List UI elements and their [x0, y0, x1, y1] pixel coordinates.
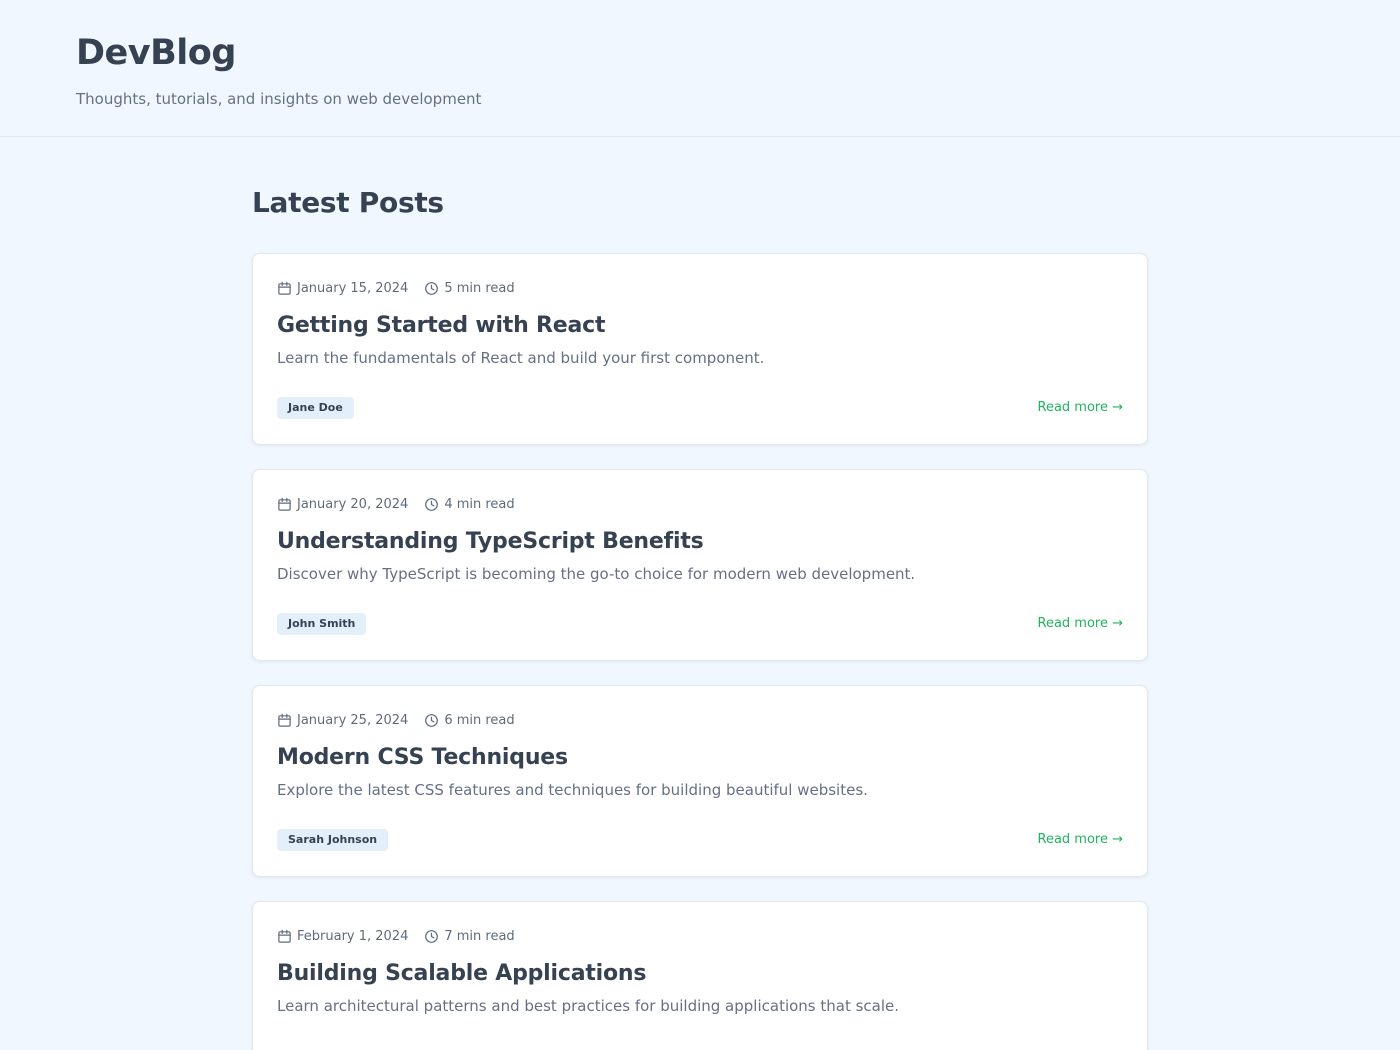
post-meta: January 25, 2024 6 min read: [277, 710, 1123, 730]
post-excerpt: Discover why TypeScript is becoming the …: [277, 565, 916, 583]
site-subtitle: Thoughts, tutorials, and insights on web…: [76, 90, 482, 108]
post-date: January 15, 2024: [277, 281, 408, 296]
clock-icon: [425, 281, 439, 295]
post-read-time: 6 min read: [424, 712, 515, 728]
main-content: Latest Posts January 15, 2024 5 min read…: [252, 137, 1148, 1050]
post-title[interactable]: Understanding TypeScript Benefits: [277, 528, 1123, 556]
post-meta: January 20, 2024 4 min read: [277, 494, 1123, 514]
read-more-link[interactable]: Read more →: [1038, 832, 1124, 848]
post-date: January 25, 2024: [277, 713, 408, 728]
post-read-time: 4 min read: [424, 496, 515, 512]
post-excerpt: Learn architectural patterns and best pr…: [277, 997, 900, 1015]
post-title[interactable]: Getting Started with React: [277, 312, 1123, 340]
post-date-text: January 15, 2024: [297, 280, 409, 296]
calendar-icon: [278, 929, 291, 943]
post-date: January 20, 2024: [277, 497, 408, 512]
calendar-icon: [278, 281, 291, 295]
post-list: January 15, 2024 5 min read Getting Star…: [252, 253, 1148, 1050]
post-footer: John Smith Read more →: [277, 613, 1123, 635]
post-read-time-text: 4 min read: [444, 496, 515, 512]
post-read-time: 5 min read: [424, 280, 515, 296]
post-read-time-text: 6 min read: [444, 712, 515, 728]
site-title[interactable]: DevBlog: [76, 34, 1324, 72]
post-card[interactable]: January 15, 2024 5 min read Getting Star…: [252, 253, 1148, 445]
post-title[interactable]: Building Scalable Applications: [277, 960, 1123, 988]
calendar-icon: [278, 497, 291, 511]
section-title: Latest Posts: [252, 186, 444, 219]
read-more-link[interactable]: Read more →: [1038, 400, 1124, 416]
post-date-text: January 20, 2024: [297, 496, 409, 512]
post-card[interactable]: January 25, 2024 6 min read Modern CSS T…: [252, 685, 1148, 877]
post-footer: Sarah Johnson Read more →: [277, 829, 1123, 851]
calendar-icon: [278, 713, 291, 727]
post-meta: January 15, 2024 5 min read: [277, 278, 1123, 298]
post-read-time-text: 5 min read: [444, 280, 515, 296]
post-footer: Jane Doe Read more →: [277, 397, 1123, 419]
clock-icon: [425, 713, 439, 727]
author-badge: John Smith: [277, 613, 367, 635]
post-read-time: 7 min read: [424, 928, 515, 944]
post-date-text: February 1, 2024: [297, 928, 409, 944]
read-more-link[interactable]: Read more →: [1038, 616, 1124, 632]
author-badge: Jane Doe: [277, 397, 354, 419]
clock-icon: [425, 497, 439, 511]
post-card[interactable]: February 1, 2024 7 min read Building Sca…: [252, 901, 1148, 1050]
post-read-time-text: 7 min read: [444, 928, 515, 944]
post-meta: February 1, 2024 7 min read: [277, 926, 1123, 946]
post-title[interactable]: Modern CSS Techniques: [277, 744, 1123, 772]
clock-icon: [425, 929, 439, 943]
post-card[interactable]: January 20, 2024 4 min read Understandin…: [252, 469, 1148, 661]
author-badge: Sarah Johnson: [277, 829, 389, 851]
post-excerpt: Learn the fundamentals of React and buil…: [277, 349, 765, 367]
post-date: February 1, 2024: [277, 929, 408, 944]
post-excerpt: Explore the latest CSS features and tech…: [277, 781, 868, 799]
post-date-text: January 25, 2024: [297, 712, 409, 728]
site-header: DevBlog Thoughts, tutorials, and insight…: [0, 0, 1400, 137]
